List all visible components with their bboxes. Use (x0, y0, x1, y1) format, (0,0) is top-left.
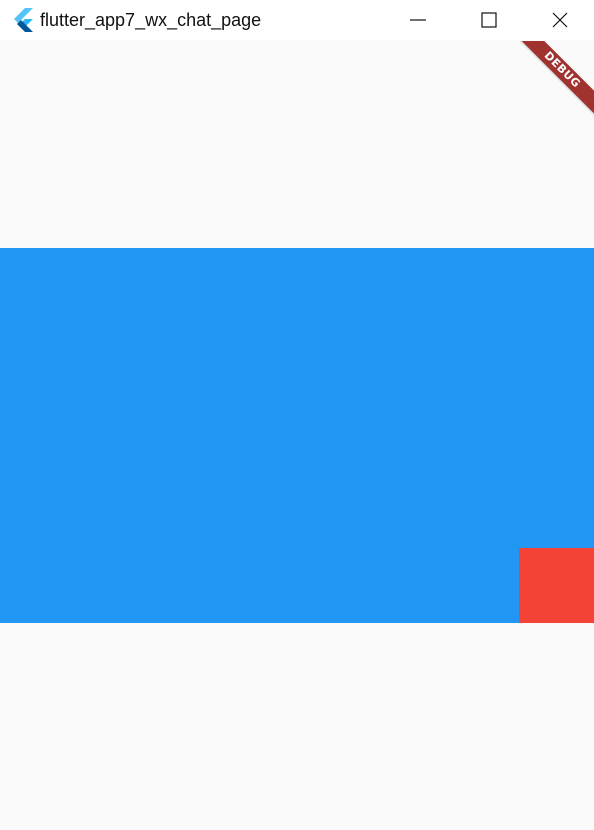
close-icon (552, 12, 568, 28)
minimize-button[interactable] (386, 0, 450, 40)
maximize-icon (481, 12, 497, 28)
debug-banner: DEBUG (504, 41, 594, 131)
red-container (519, 548, 594, 623)
window-title: flutter_app7_wx_chat_page (40, 10, 262, 30)
blue-container (0, 248, 594, 623)
close-button[interactable] (528, 0, 592, 40)
maximize-button[interactable] (457, 0, 521, 40)
flutter-logo-icon (12, 8, 34, 32)
app-content: DEBUG (0, 41, 594, 830)
window-titlebar[interactable]: flutter_app7_wx_chat_page (0, 0, 594, 40)
app-window: flutter_app7_wx_chat_page DEBUG (0, 0, 594, 830)
minimize-icon (410, 19, 426, 21)
debug-banner-label: DEBUG (513, 41, 594, 119)
